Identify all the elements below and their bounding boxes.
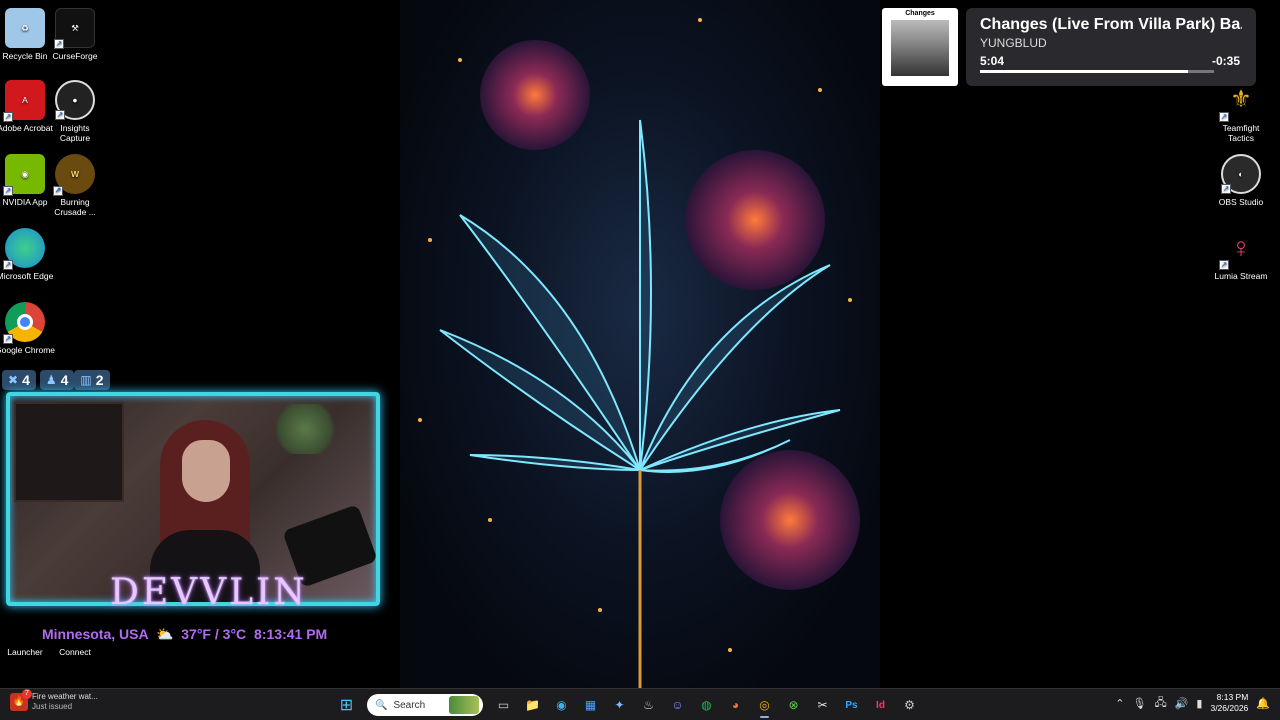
track-times: 5:04 -0:35: [980, 54, 1240, 68]
stream-stats: ✖ 4 ♟ 4 ▥ 2: [2, 370, 110, 390]
launcher-icon: [5, 598, 45, 638]
desktop-icon-obs-studio[interactable]: ◐ ↗ OBS Studio: [1211, 154, 1271, 207]
shortcut-arrow-icon: ↗: [55, 110, 65, 120]
desktop: ♻ Recycle Bin ⚒ ↗ CurseForge A ↗ Adobe Acr…: [0, 0, 1280, 688]
acrobat-icon: A ↗: [3, 80, 45, 122]
network-icon[interactable]: 🖧: [1154, 694, 1166, 713]
taskbar-apps: ⊞ 🔍 Search ▭ 📁 ◉ ▦ ✦ ♨ ☺ ◍ ◕ ◎ ⊗ ✂ Ps Id…: [334, 692, 922, 718]
desktop-icon-microsoft-edge[interactable]: ↗ Microsoft Edge: [0, 228, 55, 281]
person-face: [182, 440, 230, 502]
track-progress-bar[interactable]: [980, 70, 1214, 73]
desktop-icon-teamfight-tactics[interactable]: ⚜ ↗ Teamfight Tactics: [1211, 80, 1271, 143]
spotify-icon[interactable]: ◍: [694, 692, 719, 718]
partly-cloudy-icon: ⛅: [155, 626, 174, 642]
stat-kills: ✖ 4: [2, 370, 36, 390]
stat-followers: ♟ 4: [39, 370, 75, 390]
webcam-plant: [270, 404, 340, 454]
desktop-icon-insights-capture[interactable]: ● ↗ Insights Capture: [45, 80, 105, 143]
notification-text: Fire weather wat... Just issued: [32, 692, 98, 711]
lumia-stream-icon: ♀ ↗: [1219, 232, 1252, 270]
shortcut-arrow-icon: ↗: [3, 260, 13, 270]
kills-icon: ✖: [8, 373, 19, 387]
desktop-icon-connect[interactable]: Connect: [45, 598, 105, 657]
teamfight-tactics-icon: ⚜ ↗: [1219, 86, 1252, 122]
desktop-icon-google-chrome[interactable]: ↗ Google Chrome: [0, 302, 55, 355]
remaining-time: -0:35: [1211, 54, 1240, 68]
copilot-icon[interactable]: ✦: [607, 692, 632, 718]
volume-icon[interactable]: 🔊: [1175, 697, 1189, 710]
obs-icon: ◐ ↗: [1221, 154, 1261, 194]
stat-viewers: ▥ 2: [74, 370, 110, 390]
shortcut-arrow-icon: ↗: [3, 112, 13, 122]
insights-capture-icon: ● ↗: [55, 80, 95, 120]
temperature-label: 37°F / 3°C: [181, 626, 247, 642]
location-label: Minnesota, USA: [42, 626, 149, 642]
indesign-icon[interactable]: Id: [868, 692, 893, 718]
edge-icon: ↗: [3, 228, 45, 270]
shortcut-arrow-icon: ↗: [53, 186, 63, 196]
shortcut-arrow-icon: ↗: [1221, 184, 1231, 194]
time-label: 8:13:41 PM: [254, 626, 328, 642]
nvidia-icon: ◉ ↗: [3, 154, 45, 196]
chrome-icon: ↗: [3, 302, 45, 344]
system-tray: ⌃ 🎙 🖧 🔊 ▮ 8:13 PM 3/26/2026 🔔: [1115, 692, 1270, 714]
track-title: Changes (Live From Villa Park) Ba...: [980, 16, 1242, 33]
followers-icon: ♟: [45, 373, 57, 387]
wallpaper-art: [418, 18, 860, 688]
search-icon: 🔍: [375, 699, 388, 711]
notification-bell-icon[interactable]: 🔔: [1256, 697, 1270, 710]
media-info-card[interactable]: Changes (Live From Villa Park) Ba... YUN…: [966, 8, 1256, 86]
track-artist: YUNGBLUD: [980, 36, 1047, 50]
chevron-up-icon[interactable]: ⌃: [1115, 697, 1124, 710]
track-progress-fill: [980, 70, 1189, 73]
firefox-icon[interactable]: ◕: [723, 692, 748, 718]
edge-taskbar-icon[interactable]: ◉: [549, 692, 574, 718]
shortcut-arrow-icon: ↗: [3, 186, 13, 196]
fire-weather-icon: 🔥 7: [10, 689, 32, 711]
discord-icon[interactable]: ☺: [665, 692, 690, 718]
chrome-taskbar-icon[interactable]: ◎: [752, 692, 777, 718]
album-art-photo: [891, 20, 949, 76]
shortcut-arrow-icon: ↗: [1219, 112, 1229, 122]
chrome-center: [17, 314, 33, 330]
desktop-icon-lumia-stream[interactable]: ♀ ↗ Lumia Stream: [1211, 228, 1271, 282]
settings-icon[interactable]: ⚙: [897, 692, 922, 718]
file-explorer-icon[interactable]: 📁: [520, 692, 545, 718]
clock[interactable]: 8:13 PM 3/26/2026: [1210, 692, 1248, 714]
search-highlight-image: [449, 696, 479, 714]
steam-icon[interactable]: ♨: [636, 692, 661, 718]
store-icon[interactable]: ▦: [578, 692, 603, 718]
wallpaper: [400, 0, 880, 688]
viewers-icon: ▥: [80, 373, 92, 387]
album-art: Changes: [882, 8, 958, 86]
xbox-icon[interactable]: ⊗: [781, 692, 806, 718]
shortcut-arrow-icon: ↗: [54, 39, 64, 49]
battery-icon[interactable]: ▮: [1196, 697, 1202, 710]
desktop-icon-curseforge[interactable]: ⚒ ↗ CurseForge: [45, 8, 105, 61]
weather-notification[interactable]: 🔥 7 Fire weather wat... Just issued: [10, 689, 98, 712]
taskbar: 🔥 7 Fire weather wat... Just issued ⊞ 🔍 S…: [0, 688, 1280, 720]
photoshop-icon[interactable]: Ps: [839, 692, 864, 718]
task-view-button[interactable]: ▭: [491, 692, 516, 718]
start-button[interactable]: ⊞: [334, 692, 359, 718]
taskbar-search[interactable]: 🔍 Search: [367, 694, 483, 716]
curseforge-anvil-icon: ⚒ ↗: [54, 8, 95, 49]
wow-icon: W ↗: [53, 154, 95, 196]
desktop-icon-burning-crusade[interactable]: W ↗ Burning Crusade ...: [45, 154, 105, 217]
location-weather-time: Minnesota, USA ⛅ 37°F / 3°C 8:13:41 PM: [42, 626, 327, 643]
shortcut-arrow-icon: ↗: [1219, 260, 1229, 270]
microphone-icon[interactable]: 🎙: [1132, 697, 1146, 710]
recycle-bin-icon: ♻: [5, 8, 45, 48]
webcam-shelf: [14, 402, 124, 502]
snipping-tool-icon[interactable]: ✂: [810, 692, 835, 718]
streamer-brand: DEVVLIN: [110, 572, 308, 613]
now-playing-widget[interactable]: Changes Changes (Live From Villa Park) B…: [882, 8, 1256, 86]
elapsed-time: 5:04: [980, 54, 1005, 68]
shortcut-arrow-icon: ↗: [3, 334, 13, 344]
